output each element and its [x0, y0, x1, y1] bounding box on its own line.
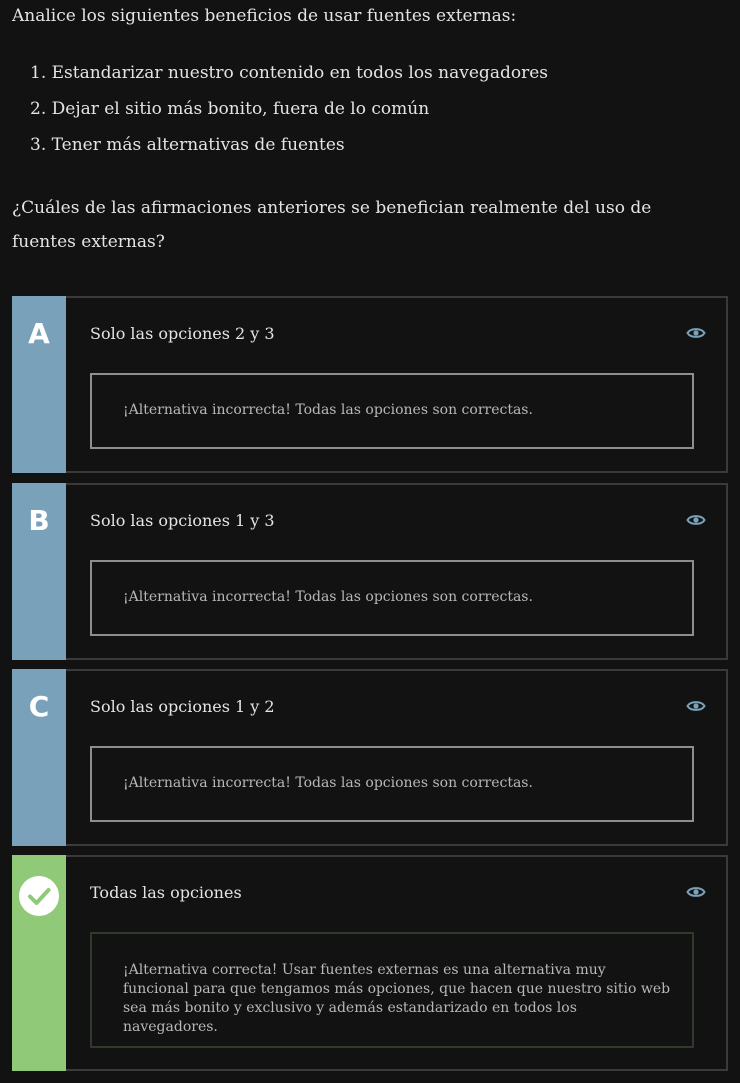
eye-icon[interactable] [686, 513, 706, 527]
alternative-letter: C [28, 690, 50, 723]
feedback-box: ¡Alternativa incorrecta! Todas las opcio… [90, 560, 694, 636]
eye-icon[interactable] [686, 699, 706, 713]
alternative-letter: B [28, 504, 50, 537]
alternative-c[interactable]: C Solo las opciones 1 y 2 ¡Alternativa i… [12, 669, 728, 846]
alternative-label: Solo las opciones 1 y 2 [90, 697, 275, 716]
feedback-box: ¡Alternativa correcta! Usar fuentes exte… [90, 932, 694, 1048]
feedback-box: ¡Alternativa incorrecta! Todas las opcio… [90, 746, 694, 822]
question-prompt: ¿Cuáles de las afirmaciones anteriores s… [12, 198, 652, 252]
eye-icon[interactable] [686, 885, 706, 899]
statement-list: 1. Estandarizar nuestro contenido en tod… [30, 62, 548, 170]
statement-item: 3. Tener más alternativas de fuentes [30, 135, 345, 155]
statement-item: 1. Estandarizar nuestro contenido en tod… [30, 63, 548, 83]
question-intro: Analice los siguientes beneficios de usa… [12, 6, 517, 26]
alternative-label: Solo las opciones 2 y 3 [90, 324, 275, 343]
alternative-label: Todas las opciones [90, 883, 242, 902]
alternative-letter: A [28, 317, 50, 350]
alternative-a[interactable]: A Solo las opciones 2 y 3 ¡Alternativa i… [12, 296, 728, 473]
check-icon [19, 876, 59, 916]
eye-icon[interactable] [686, 326, 706, 340]
alternative-label: Solo las opciones 1 y 3 [90, 511, 275, 530]
alternative-d[interactable]: Todas las opciones ¡Alternativa correcta… [12, 855, 728, 1071]
alternative-b[interactable]: B Solo las opciones 1 y 3 ¡Alternativa i… [12, 483, 728, 660]
feedback-box: ¡Alternativa incorrecta! Todas las opcio… [90, 373, 694, 449]
statement-item: 2. Dejar el sitio más bonito, fuera de l… [30, 99, 430, 119]
